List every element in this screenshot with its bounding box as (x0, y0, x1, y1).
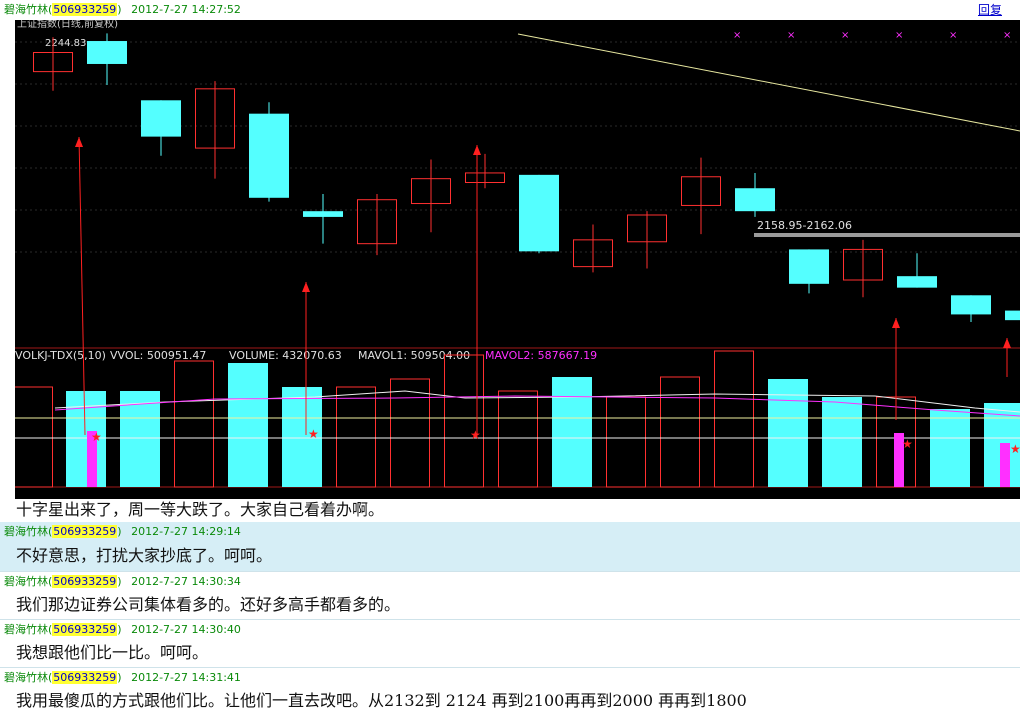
trend-line (517, 33, 1020, 132)
volume-bar (552, 377, 592, 487)
sender-qq: 506933259 (52, 525, 118, 538)
signal-star: ★ (470, 428, 481, 442)
volume-bar (336, 386, 376, 488)
signal-bar (1000, 443, 1010, 487)
price-range-label: 2158.95-2162.06 (757, 219, 852, 232)
signal-arrow-head (75, 137, 83, 147)
volume-bar (174, 360, 214, 488)
candle-body (249, 113, 289, 198)
message-text: 十字星出来了，周一等大跌了。大家自己看着办啊。 (0, 499, 1020, 521)
message-header: 碧海竹林(506933259) 2012-7-27 14:30:40 (0, 619, 1020, 638)
sender-qq: 506933259 (52, 623, 118, 636)
sender-name: 碧海竹林 (4, 575, 48, 588)
range-band (754, 233, 1020, 237)
sender-name: 碧海竹林 (4, 671, 48, 684)
message-time: 2012-7-27 14:30:34 (131, 575, 241, 588)
sender-qq: 506933259 (52, 671, 118, 684)
candle-body (1005, 310, 1020, 321)
signal-marker: × (949, 30, 957, 41)
candle-body (789, 249, 829, 284)
sender-qq: 506933259 (52, 575, 118, 588)
volume-bar (606, 396, 646, 488)
volume-bar (15, 386, 53, 488)
indicator-vvol: VVOL: 500951.47 (110, 349, 206, 362)
message-text: 不好意思，打扰大家抄底了。呵呵。 (0, 541, 1020, 571)
signal-star: ★ (902, 437, 913, 451)
message-time: 2012-7-27 14:29:14 (131, 525, 241, 538)
message-time: 2012-7-27 14:31:41 (131, 671, 241, 684)
candle-body (303, 211, 343, 217)
candle-body (735, 188, 775, 212)
signal-marker: × (895, 30, 903, 41)
sender-name: 碧海竹林 (4, 623, 48, 636)
message-header: 碧海竹林(506933259) 2012-7-27 14:30:34 (0, 571, 1020, 590)
signal-arrow-head (892, 318, 900, 328)
volume-bar (228, 363, 268, 487)
candle-body (897, 276, 937, 288)
signal-marker: × (841, 30, 849, 41)
candle-body (141, 100, 181, 137)
message-text: 我用最傻瓜的方式跟他们比。让他们一直去改吧。从2132到 2124 再到2100… (16, 691, 747, 710)
indicator-volume: VOLUME: 432070.63 (229, 349, 342, 362)
volume-bar (390, 378, 430, 488)
stock-chart: 上证指数(日线,前复权) 2244.83 2158.95-2162.06 × × × × × ×… (15, 20, 1020, 499)
candle-body (87, 41, 127, 64)
message-time: 2012-7-27 14:30:40 (131, 623, 241, 636)
signal-arrow-line (78, 136, 86, 436)
message-text: 我想跟他们比一比。呵呵。 (16, 643, 209, 662)
sender-name: 碧海竹林 (4, 3, 48, 16)
candle-body (519, 174, 559, 252)
signal-arrow-head (473, 145, 481, 155)
sender-qq: 506933259 (52, 3, 118, 16)
signal-star: ★ (1010, 442, 1020, 456)
signal-star: ★ (308, 427, 319, 441)
indicator-label: VOLKJ-TDX(5,10) (15, 349, 106, 362)
volume-bar (444, 354, 484, 488)
indicator-mavol2: MAVOL2: 587667.19 (485, 349, 597, 362)
message-header: 碧海竹林(506933259) 2012-7-27 14:29:14 (0, 522, 1020, 541)
candlestick-svg: 上证指数(日线,前复权) 2244.83 2158.95-2162.06 × × × × × ×… (15, 20, 1020, 488)
volume-bar (930, 409, 970, 487)
message-header: 碧海竹林(506933259) 2012-7-27 14:31:41 (0, 667, 1020, 686)
message-time: 2012-7-27 14:27:52 (131, 3, 241, 16)
sender-name: 碧海竹林 (4, 525, 48, 538)
reply-link[interactable]: 回复 (978, 1, 1002, 18)
signal-arrow-head (302, 282, 310, 292)
signal-arrow-head (1003, 338, 1011, 348)
volume-bar (498, 390, 538, 488)
message-text: 我们那边证券公司集体看多的。还好多高手都看多的。 (16, 595, 401, 614)
volume-bar (714, 350, 754, 488)
signal-marker: × (733, 30, 741, 41)
signal-marker: × (1003, 30, 1011, 41)
candle-body (951, 295, 991, 315)
volume-bar (660, 376, 700, 488)
signal-star: ★ (91, 430, 102, 444)
signal-marker: × (787, 30, 795, 41)
message-header: 碧海竹林(506933259) 2012-7-27 14:27:52 (4, 3, 241, 16)
chart-title: 上证指数(日线,前复权) (17, 20, 118, 30)
price-high-label: 2244.83 (45, 38, 86, 49)
volume-bar (822, 397, 862, 487)
